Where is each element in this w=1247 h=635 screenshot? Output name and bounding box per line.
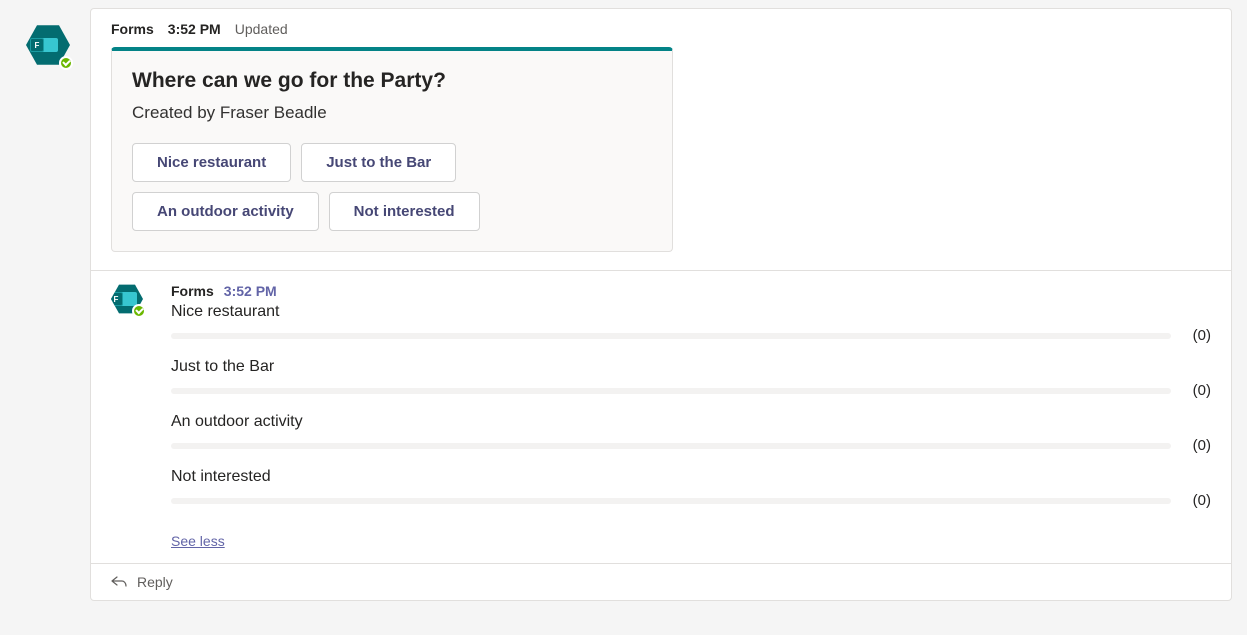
result-label: Not interested	[171, 468, 1211, 486]
result-count: (0)	[1183, 492, 1211, 509]
reply-sender-name[interactable]: Forms	[171, 283, 214, 299]
updated-label: Updated	[235, 21, 288, 37]
result-bar	[171, 443, 1171, 449]
reply-arrow-icon	[111, 574, 127, 590]
sender-avatar	[26, 23, 70, 67]
message-time: 3:52 PM	[168, 21, 221, 37]
result-row-3: An outdoor activity (0)	[171, 413, 1211, 454]
result-label: Just to the Bar	[171, 358, 1211, 376]
message-header: Forms 3:52 PM Updated	[91, 9, 1231, 37]
message-card: Forms 3:52 PM Updated Where can we go fo…	[90, 8, 1232, 601]
result-row-1: Nice restaurant (0)	[171, 303, 1211, 344]
poll-option-2[interactable]: Just to the Bar	[301, 143, 456, 182]
poll-card: Where can we go for the Party? Created b…	[111, 47, 673, 252]
reply-header: Forms 3:52 PM	[171, 283, 1211, 299]
poll-creator: Created by Fraser Beadle	[132, 103, 652, 123]
see-less-link[interactable]: See less	[171, 533, 225, 549]
forms-app-icon	[111, 283, 143, 315]
presence-available-icon	[132, 304, 146, 318]
poll-option-4[interactable]: Not interested	[329, 192, 480, 231]
forms-app-icon	[26, 23, 70, 67]
result-label: An outdoor activity	[171, 413, 1211, 431]
poll-option-1[interactable]: Nice restaurant	[132, 143, 291, 182]
reply-avatar	[111, 283, 143, 315]
result-bar	[171, 388, 1171, 394]
poll-options: Nice restaurant Just to the Bar An outdo…	[132, 143, 652, 231]
result-row-2: Just to the Bar (0)	[171, 358, 1211, 399]
poll-option-3[interactable]: An outdoor activity	[132, 192, 319, 231]
result-bar	[171, 333, 1171, 339]
result-count: (0)	[1183, 327, 1211, 344]
reply-input-row[interactable]: Reply	[91, 563, 1231, 600]
reply-label: Reply	[137, 574, 173, 590]
reply-time: 3:52 PM	[224, 283, 277, 299]
poll-title: Where can we go for the Party?	[132, 69, 652, 93]
result-count: (0)	[1183, 437, 1211, 454]
result-bar	[171, 498, 1171, 504]
result-label: Nice restaurant	[171, 303, 1211, 321]
reply-message: Forms 3:52 PM Nice restaurant (0) Just t…	[91, 271, 1231, 563]
result-count: (0)	[1183, 382, 1211, 399]
sender-name[interactable]: Forms	[111, 21, 154, 37]
result-row-4: Not interested (0)	[171, 468, 1211, 509]
presence-available-icon	[59, 56, 73, 70]
